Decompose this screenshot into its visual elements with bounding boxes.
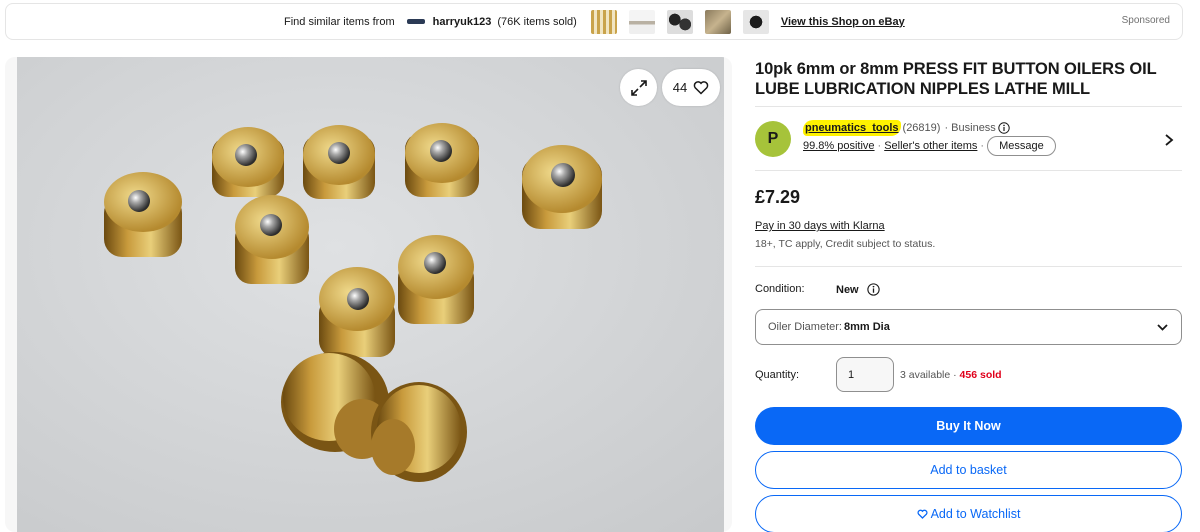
available-count: 3 available: [900, 369, 951, 381]
shop-item-thumbnail[interactable]: [628, 9, 655, 34]
buy-it-now-label: Buy It Now: [936, 419, 1001, 433]
divider: [755, 266, 1182, 267]
klarna-link[interactable]: Pay in 30 days with Klarna: [755, 220, 885, 232]
price: £7.29: [755, 187, 801, 207]
sponsored-shop-banner: Find similar items from harryuk123 (76K …: [5, 3, 1183, 40]
variant-value: 8mm Dia: [843, 321, 890, 333]
chevron-down-icon: [1157, 324, 1168, 331]
message-button[interactable]: Message: [987, 136, 1056, 156]
divider: [755, 170, 1182, 171]
shop-item-thumbnail[interactable]: [742, 9, 769, 34]
quantity-availability: 3 available · 456 sold: [900, 369, 1002, 381]
listing-title: 10pk 6mm or 8mm PRESS FIT BUTTON OILERS …: [755, 60, 1157, 98]
seller-positive-link[interactable]: 99.8% positive: [803, 140, 875, 152]
variant-label: Oiler Diameter:: [768, 321, 842, 333]
watch-count: 44: [672, 80, 688, 95]
info-icon[interactable]: [998, 122, 1010, 134]
separator-dot: ·: [980, 140, 985, 152]
heart-icon: [917, 509, 928, 519]
divider: [755, 106, 1182, 107]
watch-count-button[interactable]: 44: [662, 69, 720, 106]
condition-label: Condition:: [755, 283, 805, 295]
oiler-diameter-select[interactable]: Oiler Diameter: 8mm Dia: [755, 309, 1182, 345]
chevron-right-icon[interactable]: [1163, 133, 1175, 147]
shop-item-thumbnail[interactable]: [590, 9, 617, 34]
condition-value-row: New: [836, 283, 880, 296]
add-to-basket-button[interactable]: Add to basket: [755, 451, 1182, 489]
add-to-watchlist-label: Add to Watchlist: [930, 507, 1021, 521]
view-shop-link[interactable]: View this Shop on eBay: [781, 16, 905, 28]
find-similar-text: Find similar items from: [284, 15, 395, 28]
seller-info: pneumatics_tools (26819) · Business: [803, 120, 1010, 136]
add-to-basket-label: Add to basket: [930, 463, 1007, 477]
buy-it-now-button[interactable]: Buy It Now: [755, 407, 1182, 445]
heart-icon: [693, 81, 709, 95]
klarna-note: 18+, TC apply, Credit subject to status.: [755, 238, 936, 250]
info-icon[interactable]: [866, 283, 880, 296]
shop-item-thumbnail[interactable]: [704, 9, 731, 34]
separator-dot: ·: [877, 140, 882, 152]
seller-feedback-count: (26819): [902, 122, 941, 134]
add-to-watchlist-button[interactable]: Add to Watchlist: [755, 495, 1182, 532]
condition-value: New: [836, 283, 859, 296]
expand-icon: [630, 79, 647, 96]
seller-links: 99.8% positive · Seller's other items · …: [803, 136, 1056, 156]
quantity-input[interactable]: [836, 357, 894, 392]
expand-image-button[interactable]: [620, 69, 657, 106]
shop-item-thumbnail[interactable]: [666, 9, 693, 34]
seller-type: · Business: [944, 122, 996, 134]
seller-other-items-link[interactable]: Seller's other items: [884, 140, 977, 152]
seller-name-link[interactable]: pneumatics_tools: [803, 120, 901, 136]
banner-content: Find similar items from harryuk123 (76K …: [284, 4, 905, 39]
shop-logo-icon: [406, 19, 425, 24]
shop-items-sold: (76K items sold): [497, 15, 577, 28]
quantity-label: Quantity:: [755, 369, 800, 381]
sponsored-label: Sponsored: [1121, 15, 1170, 26]
shop-name[interactable]: harryuk123: [433, 16, 492, 28]
product-photo[interactable]: [17, 57, 724, 532]
seller-avatar[interactable]: P: [755, 121, 791, 157]
sold-count: 456 sold: [959, 369, 1002, 381]
product-image-gallery: 44: [5, 57, 732, 532]
